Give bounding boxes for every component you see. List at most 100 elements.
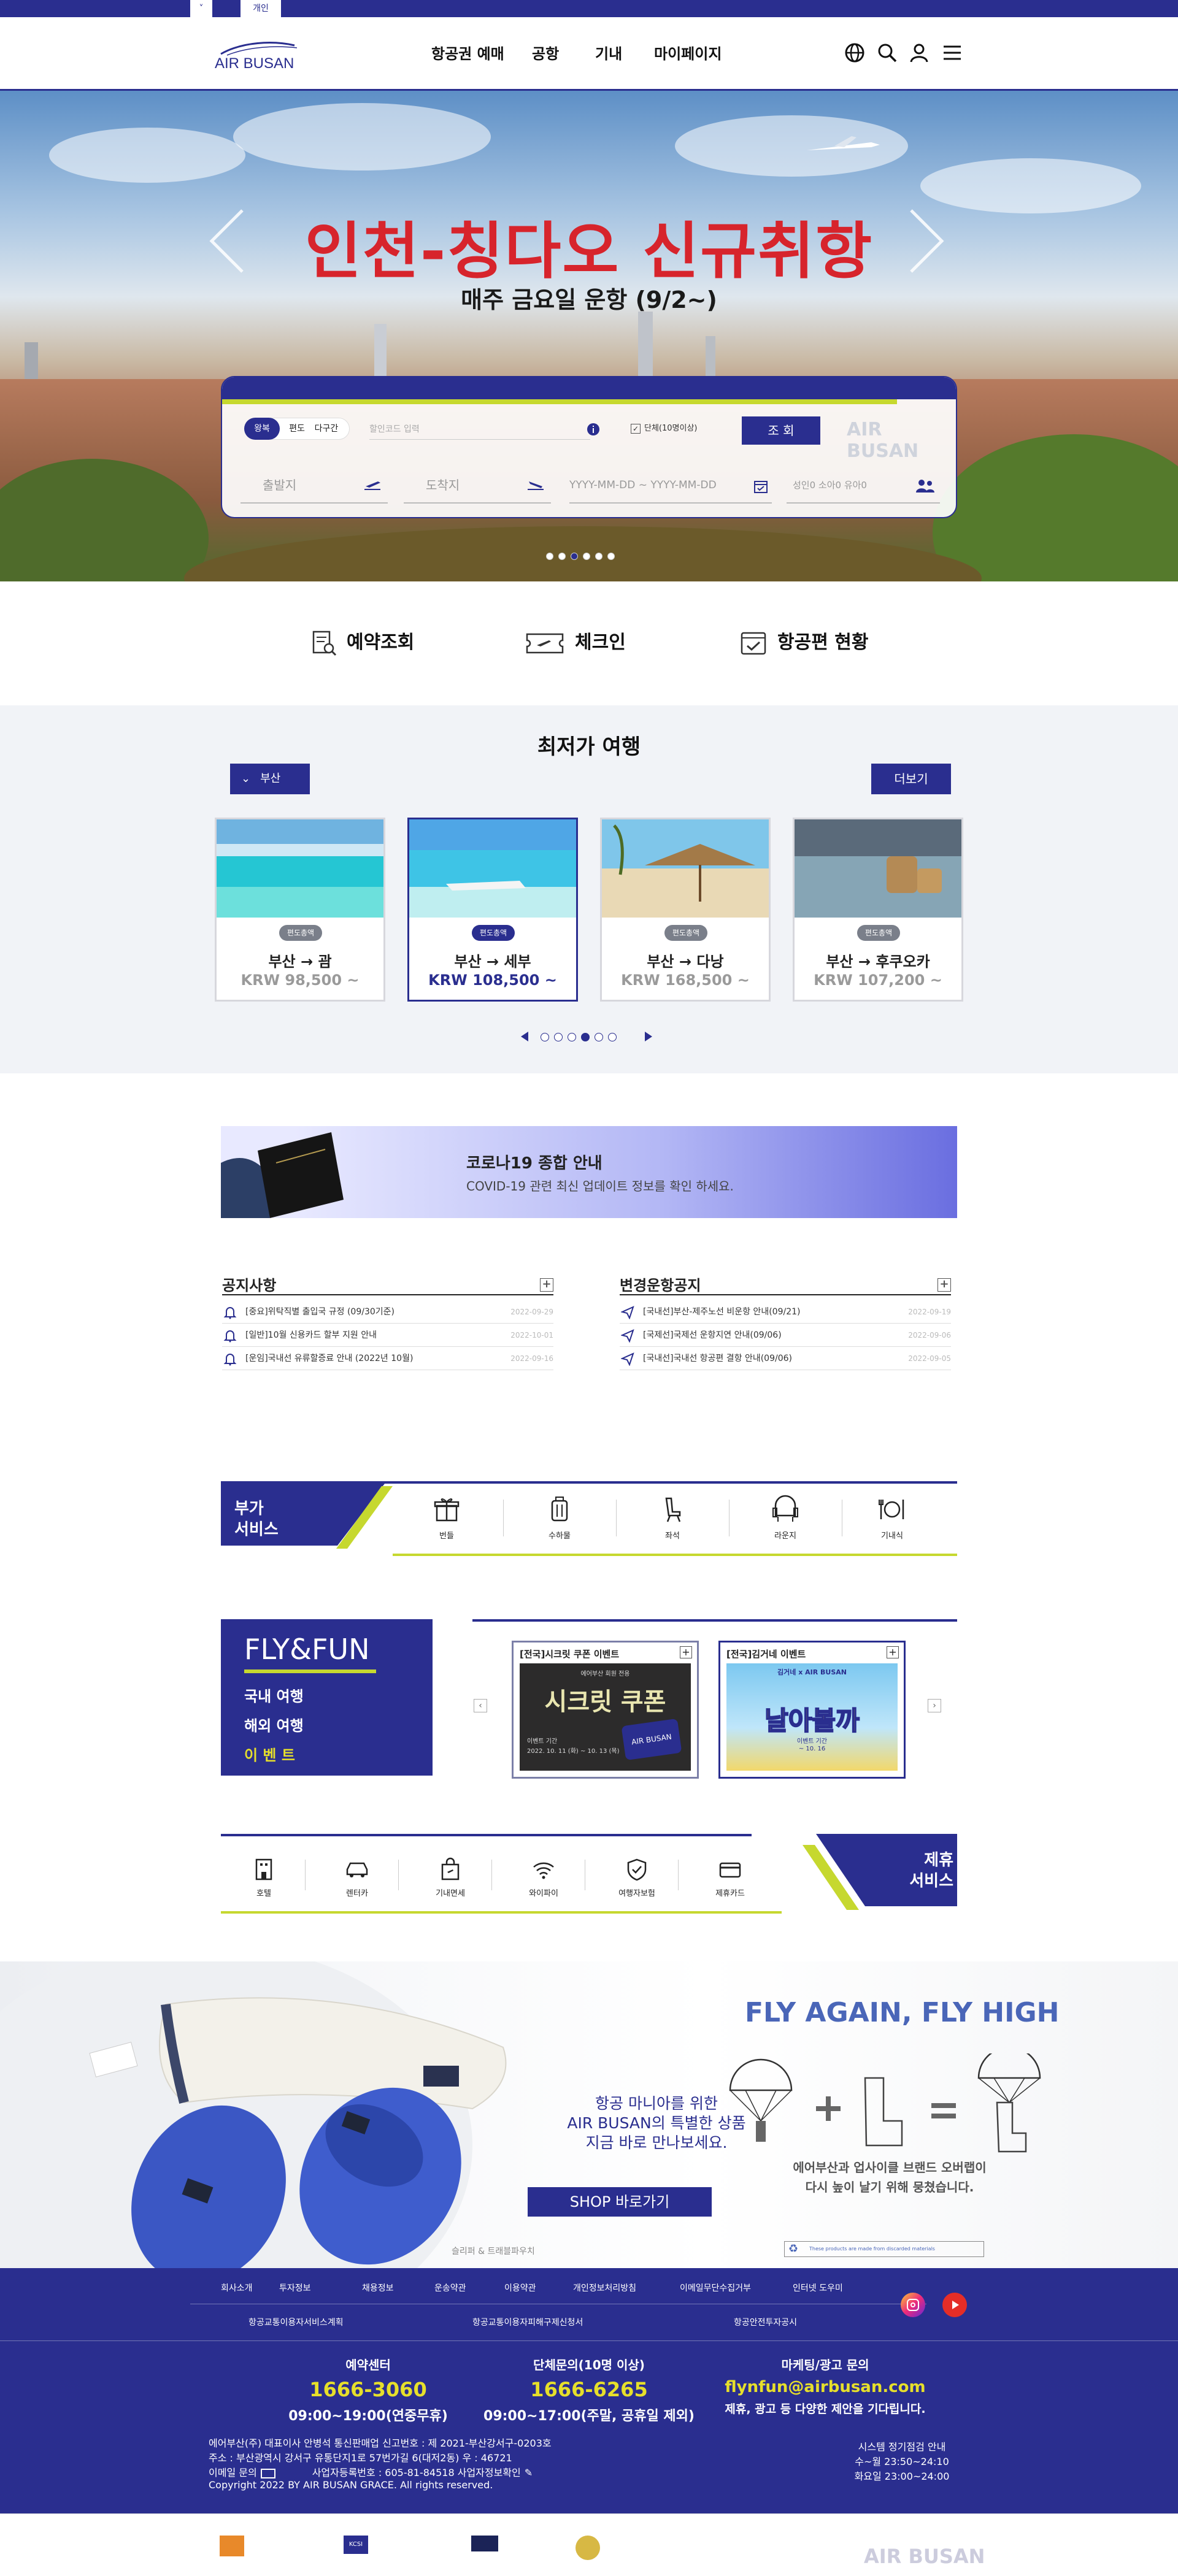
covid-banner[interactable]: 코로나19 종합 안내 COVID-19 관련 최신 업데이트 정보를 확인 하… (221, 1126, 957, 1218)
plus-icon[interactable]: + (680, 1646, 692, 1658)
building (706, 336, 715, 379)
fare-page-dot[interactable] (595, 1033, 603, 1041)
quick-checkin[interactable]: 체크인 (525, 624, 626, 661)
notice-row[interactable]: [국내선]국내선 항공편 결항 안내(09/06) 2022-09-05 (620, 1347, 951, 1370)
fare-page-dot[interactable] (608, 1033, 617, 1041)
nav-mypage[interactable]: 마이페이지 (654, 42, 722, 63)
quick-flight-status[interactable]: 항공편 현황 (739, 624, 868, 661)
fare-card[interactable]: 편도총액 부산 → 다낭 KRW 168,500 ~ (600, 818, 771, 1002)
slide-dot[interactable] (558, 553, 566, 560)
event-card[interactable]: [전국]시크릿 쿠폰 이벤트 + 에어부산 회원 전용 시크릿 쿠폰 이벤트 기… (512, 1641, 699, 1779)
fare-page-dot[interactable] (554, 1033, 563, 1041)
footer-link[interactable]: 항공교통이용자피해구제신청서 (472, 2316, 583, 2328)
fly-fun-event[interactable]: 이 벤 트 (244, 1743, 295, 1765)
fare-page-dot[interactable] (541, 1033, 549, 1041)
business-number[interactable]: 사업자등록번호 : 605-81-84518 사업자정보확인 (312, 2467, 521, 2478)
logo[interactable]: AIR BUSAN (215, 39, 301, 72)
notice-row[interactable]: [운임]국내선 유류할증료 안내 (2022년 10월) 2022-09-16 (222, 1347, 553, 1370)
globe-icon[interactable] (844, 42, 866, 64)
fare-page-dot[interactable] (581, 1033, 590, 1041)
footer-link[interactable]: 항공교통이용자서비스계획 (248, 2316, 344, 2328)
arrival-field[interactable]: 도착지 (404, 467, 551, 504)
fare-page-dot[interactable] (568, 1033, 576, 1041)
service-lounge[interactable]: 라운지 (749, 1495, 822, 1550)
youtube-icon[interactable] (942, 2293, 967, 2317)
plus-icon[interactable]: + (887, 1646, 899, 1658)
edit-icon: ✎ (524, 2467, 533, 2478)
nav-airport[interactable]: 공항 (532, 42, 559, 63)
contact-phone[interactable]: 1666-6265 (460, 2378, 718, 2401)
shop-button[interactable]: SHOP 바로가기 (528, 2187, 712, 2217)
user-icon[interactable] (908, 42, 930, 64)
instagram-icon[interactable] (901, 2293, 925, 2317)
footer-link[interactable]: 개인정보처리방침 (573, 2282, 636, 2294)
footer-link[interactable]: 투자정보 (279, 2282, 311, 2294)
fly-fun-international[interactable]: 해외 여행 (244, 1714, 304, 1735)
event-next-arrow[interactable]: › (928, 1699, 941, 1712)
footer-link[interactable]: 회사소개 (221, 2282, 253, 2294)
footer-link[interactable]: 운송약관 (434, 2282, 466, 2294)
service-bundle[interactable]: 번들 (410, 1495, 483, 1550)
plus-icon[interactable]: + (937, 1278, 951, 1292)
event-prev-arrow[interactable]: ‹ (474, 1699, 487, 1712)
slide-dot[interactable] (583, 553, 590, 560)
menu-toggle[interactable]: ˅ (190, 0, 212, 17)
partner-wifi[interactable]: 와이파이 (507, 1857, 580, 1912)
hero-prev-arrow[interactable] (209, 207, 245, 275)
tab-personal[interactable]: 개인 (241, 0, 281, 17)
fare-card[interactable]: 편도총액 부산 → 세부 KRW 108,500 ~ (407, 818, 578, 1002)
passenger-field[interactable]: 성인0 소아0 유아0 (787, 467, 940, 504)
partner-card[interactable]: 제휴카드 (693, 1857, 767, 1912)
trip-type-oneway[interactable]: 편도 (286, 418, 308, 440)
footer-link[interactable]: 인터넷 도우미 (793, 2282, 843, 2294)
fare-more-button[interactable]: 더보기 (871, 764, 951, 794)
departure-field[interactable]: 출발지 (241, 467, 388, 504)
footer-link[interactable]: 채용정보 (362, 2282, 394, 2294)
fare-card[interactable]: 편도총액 부산 → 괌 KRW 98,500 ~ (215, 818, 385, 1002)
notice-row[interactable]: [국내선]부산-제주노선 비운항 안내(09/21) 2022-09-19 (620, 1300, 951, 1324)
nav-inflight[interactable]: 기내 (595, 42, 622, 63)
service-seat[interactable]: 좌석 (636, 1495, 709, 1550)
footer-link[interactable]: 이용약관 (504, 2282, 536, 2294)
fly-fun-domestic[interactable]: 국내 여행 (244, 1684, 304, 1706)
date-range-field[interactable]: YYYY-MM-DD ~ YYYY-MM-DD (569, 467, 772, 504)
cert-mark: KCSI (344, 2536, 368, 2554)
slide-dot[interactable] (595, 553, 602, 560)
extra-services-title: 부가 서비스 (234, 1498, 279, 1540)
hero-next-arrow[interactable] (908, 207, 945, 275)
meal-icon (879, 1500, 904, 1519)
service-baggage[interactable]: 수하물 (523, 1495, 596, 1550)
plus-icon[interactable]: + (540, 1278, 553, 1292)
fare-card[interactable]: 편도총액 부산 → 후쿠오카 KRW 107,200 ~ (793, 818, 963, 1002)
notice-row[interactable]: [국제선]국제선 운항지연 안내(09/06) 2022-09-06 (620, 1324, 951, 1347)
event-card[interactable]: [전국]김거네 이벤트 + 김거네 x AIR BUSAN 날아볼까 이벤트 기… (718, 1641, 906, 1779)
contact-email[interactable]: flynfun@airbusan.com (690, 2378, 960, 2396)
search-button[interactable]: 조 회 (742, 416, 820, 445)
promo-code-input[interactable]: 할인코드 입력 (369, 419, 590, 440)
partner-rentacar[interactable]: 렌터카 (320, 1857, 394, 1912)
partner-hotel[interactable]: 호텔 (227, 1857, 301, 1912)
service-meal[interactable]: 기내식 (861, 1495, 923, 1550)
notice-row[interactable]: [일반]10월 신용카드 할부 지원 안내 2022-10-01 (222, 1324, 553, 1347)
slide-dot[interactable] (607, 553, 615, 560)
notice-row[interactable]: [중요]위탁직별 출입국 규정 (09/30기준) 2022-09-29 (222, 1300, 553, 1324)
departure-city-select[interactable]: ⌄ 부산 (230, 764, 310, 794)
quick-reservation[interactable]: 예약조회 (310, 624, 414, 661)
fare-next-arrow[interactable] (642, 1030, 655, 1043)
footer-link[interactable]: 이메일무단수집거부 (680, 2282, 751, 2294)
slide-dot[interactable] (546, 553, 553, 560)
contact-phone[interactable]: 1666-3060 (239, 2378, 497, 2401)
partner-insurance[interactable]: 여행자보험 (600, 1857, 674, 1912)
slide-dot[interactable] (571, 553, 578, 560)
info-icon[interactable] (587, 423, 600, 436)
trip-type-roundtrip[interactable]: 왕복 (244, 418, 280, 440)
footer-link[interactable]: 항공안전투자공시 (734, 2316, 797, 2328)
hamburger-menu-icon[interactable] (941, 42, 963, 64)
nav-ticket[interactable]: 항공권 예매 (431, 42, 504, 63)
fare-prev-arrow[interactable] (518, 1030, 531, 1043)
email-inquiry-link[interactable]: 이메일 문의 (209, 2467, 257, 2478)
group-checkbox[interactable]: ✓ 단체(10명이상) (631, 421, 698, 434)
partner-dutyfree[interactable]: 기내면세 (414, 1857, 487, 1912)
search-icon[interactable] (876, 42, 898, 64)
trip-type-multicity[interactable]: 다구간 (308, 418, 345, 440)
